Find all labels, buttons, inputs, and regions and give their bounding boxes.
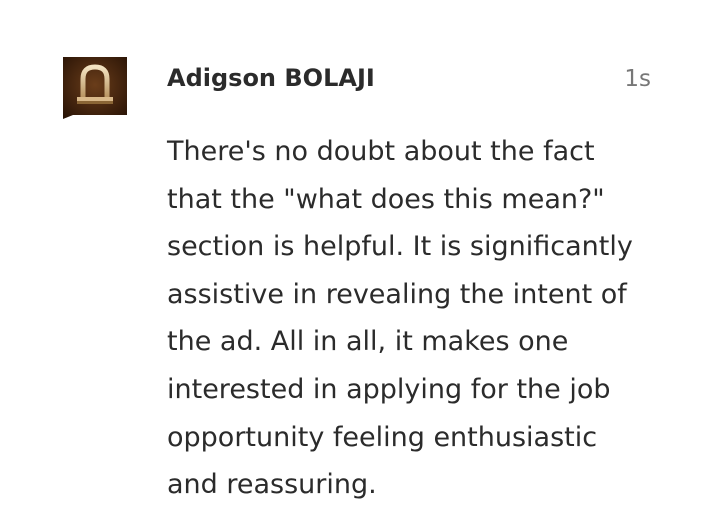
comment-line: and reassuring.: [167, 469, 377, 501]
user-avatar[interactable]: [63, 57, 127, 119]
comment-body: There's no doubt about the fact that the…: [167, 128, 667, 509]
comment-line: opportunity feeling enthusiastic: [167, 421, 598, 453]
comment-card: Adigson BOLAJI 1s There's no doubt about…: [0, 0, 719, 515]
comment-line: section is helpful. It is significantly: [167, 231, 633, 263]
comment-line: assistive in revealing the intent of: [167, 278, 627, 310]
comment-timestamp: 1s: [624, 66, 651, 92]
padlock-avatar-icon: [63, 57, 127, 119]
comment-line: that the "what does this mean?": [167, 183, 605, 215]
comment-line: interested in applying for the job: [167, 373, 611, 405]
comment-line: the ad. All in all, it makes one: [167, 326, 569, 358]
comment-line: There's no doubt about the fact: [167, 136, 595, 167]
comment-author[interactable]: Adigson BOLAJI: [167, 64, 375, 92]
